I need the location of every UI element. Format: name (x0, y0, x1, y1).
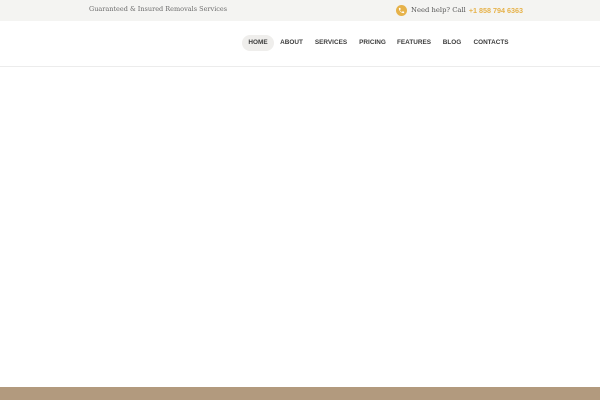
help-label: Need help? Call (411, 6, 466, 14)
nav-item-features[interactable]: FEATURES (397, 35, 431, 51)
site-header: HOME ABOUT SERVICES PRICING FEATURES BLO… (0, 21, 600, 67)
nav-item-pricing[interactable]: PRICING (358, 35, 387, 51)
nav-item-blog[interactable]: BLOG (441, 35, 463, 51)
nav-item-about[interactable]: ABOUT (278, 35, 305, 51)
top-bar: Guaranteed & Insured Removals Services N… (0, 0, 600, 21)
section-strip (0, 387, 600, 400)
nav-item-home[interactable]: HOME (242, 35, 274, 51)
nav-item-services[interactable]: SERVICES (314, 35, 348, 51)
phone-icon (396, 4, 407, 16)
help-contact: Need help? Call +1 858 794 6363 (396, 4, 523, 16)
nav-item-contacts[interactable]: CONTACTS (472, 35, 510, 51)
phone-number-link[interactable]: +1 858 794 6363 (469, 6, 523, 15)
tagline: Guaranteed & Insured Removals Services (89, 5, 228, 13)
hero-area (0, 67, 600, 386)
